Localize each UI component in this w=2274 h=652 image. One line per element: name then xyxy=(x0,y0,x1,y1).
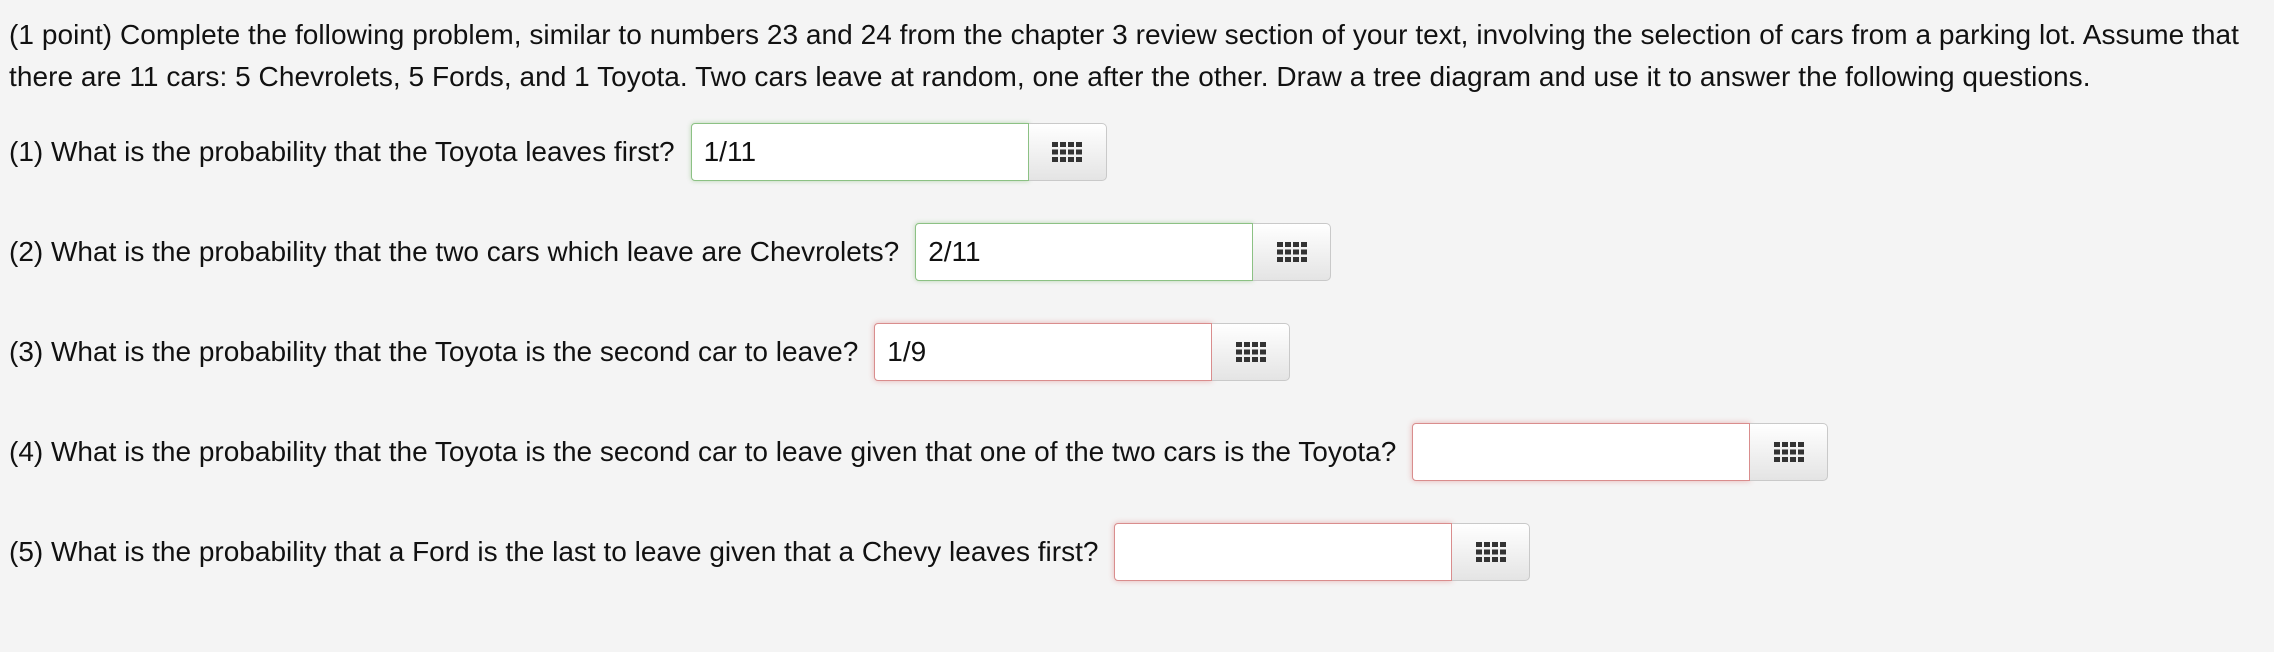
answer-5-input[interactable] xyxy=(1114,523,1453,581)
question-2-prompt: (2) What is the probability that the two… xyxy=(9,236,900,267)
answer-1-input[interactable] xyxy=(690,123,1029,181)
answer-group-3 xyxy=(874,323,1291,381)
question-1: (1) What is the probability that the Toy… xyxy=(9,122,1107,182)
answer-group-2 xyxy=(915,223,1332,281)
answer-4-input[interactable] xyxy=(1412,423,1751,481)
answer-group-4 xyxy=(1412,423,1829,481)
question-4-prompt: (4) What is the probability that the Toy… xyxy=(9,436,1397,467)
answer-group-5 xyxy=(1114,523,1531,581)
grid-icon xyxy=(1052,142,1083,162)
question-5-prompt: (5) What is the probability that a Ford … xyxy=(9,536,1099,567)
equation-editor-button-1[interactable] xyxy=(1028,123,1107,181)
equation-editor-button-2[interactable] xyxy=(1253,223,1332,281)
equation-editor-button-5[interactable] xyxy=(1452,523,1531,581)
grid-icon xyxy=(1773,442,1804,462)
equation-editor-button-3[interactable] xyxy=(1212,323,1291,381)
grid-icon xyxy=(1276,242,1307,262)
question-1-prompt: (1) What is the probability that the Toy… xyxy=(9,136,675,167)
answer-2-input[interactable] xyxy=(915,223,1254,281)
question-2: (2) What is the probability that the two… xyxy=(9,222,1332,282)
question-4: (4) What is the probability that the Toy… xyxy=(9,422,1829,482)
equation-editor-button-4[interactable] xyxy=(1750,423,1829,481)
question-5: (5) What is the probability that a Ford … xyxy=(9,522,1531,582)
answer-3-input[interactable] xyxy=(874,323,1213,381)
question-3-prompt: (3) What is the probability that the Toy… xyxy=(9,336,859,367)
question-3: (3) What is the probability that the Toy… xyxy=(9,322,1291,382)
answer-group-1 xyxy=(690,123,1107,181)
grid-icon xyxy=(1235,342,1266,362)
problem-statement: (1 point) Complete the following problem… xyxy=(9,19,2239,92)
grid-icon xyxy=(1475,542,1506,562)
